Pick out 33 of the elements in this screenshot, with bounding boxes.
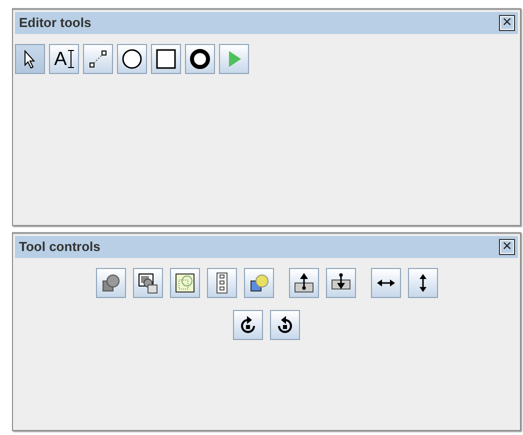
square-icon <box>155 48 177 70</box>
text-cursor-icon <box>68 50 74 68</box>
shapes-icon <box>174 272 196 294</box>
tool-button[interactable] <box>408 268 438 298</box>
line-icon <box>87 48 109 70</box>
vertical-arrow-icon <box>418 274 426 292</box>
tool-button[interactable] <box>96 268 126 298</box>
tool-button[interactable] <box>185 44 215 74</box>
tool-button[interactable] <box>132 268 162 298</box>
tool-button[interactable] <box>117 44 147 74</box>
panel-title: Tool controls <box>19 238 100 256</box>
tool-button[interactable] <box>151 44 181 74</box>
tool-button[interactable] <box>244 268 274 298</box>
tool-button[interactable] <box>233 310 263 340</box>
tool-button[interactable] <box>288 268 318 298</box>
close-button[interactable]: × <box>499 239 515 255</box>
tool-button[interactable] <box>206 268 236 298</box>
tool-button[interactable] <box>270 310 300 340</box>
tool-button[interactable] <box>370 268 400 298</box>
horizontal-arrow-icon <box>376 279 394 287</box>
ring-icon <box>189 48 211 70</box>
tool-button[interactable] <box>15 44 45 74</box>
tool-button[interactable] <box>326 268 356 298</box>
shapes-icon <box>248 272 270 294</box>
panel-title: Editor tools <box>19 14 92 32</box>
close-button[interactable]: × <box>499 15 515 31</box>
circle-icon <box>121 48 143 70</box>
up-arrow-icon <box>292 272 314 294</box>
tool-button[interactable] <box>83 44 113 74</box>
text-tool-button[interactable]: A <box>49 44 79 74</box>
layers-icon <box>136 272 158 294</box>
shapes-icon <box>100 272 122 294</box>
tool-button[interactable] <box>170 268 200 298</box>
